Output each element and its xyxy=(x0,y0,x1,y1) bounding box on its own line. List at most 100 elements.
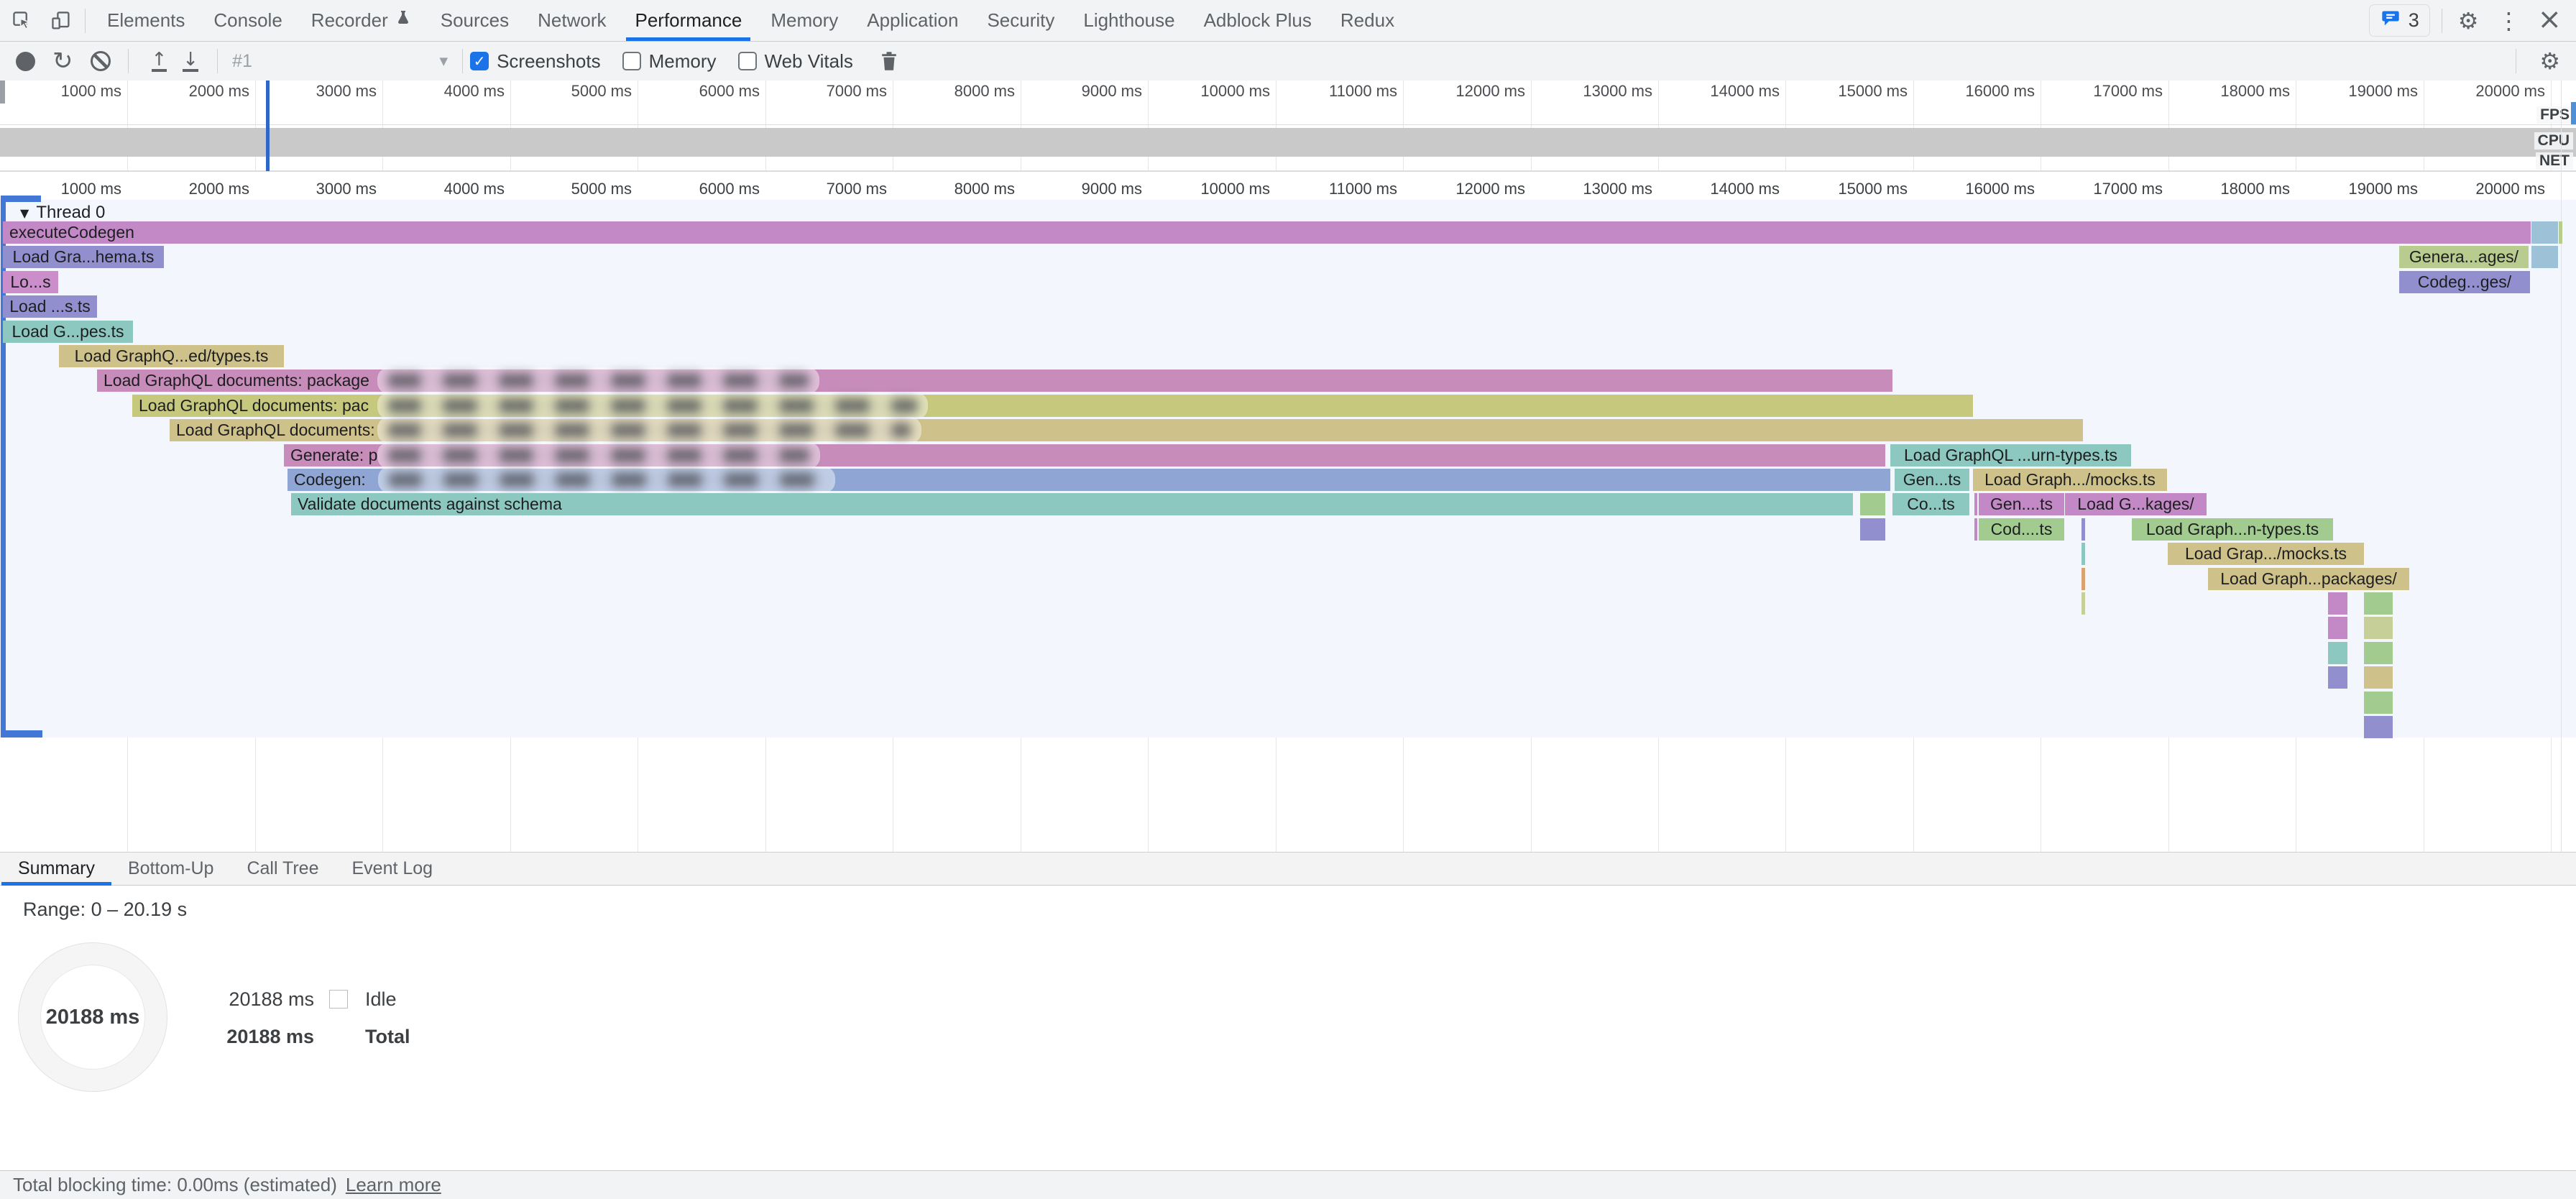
flame-bar[interactable] xyxy=(2559,221,2562,244)
tab-application[interactable]: Application xyxy=(852,0,972,41)
flame-bar[interactable] xyxy=(2364,642,2393,664)
flame-bar[interactable] xyxy=(2531,246,2558,268)
tab-adblock-plus[interactable]: Adblock Plus xyxy=(1190,0,1326,41)
reload-and-record-icon[interactable]: ↻ xyxy=(52,49,73,73)
tab-summary[interactable]: Summary xyxy=(1,853,111,885)
flame-bar[interactable] xyxy=(2364,617,2393,639)
checkbox-box[interactable] xyxy=(622,52,641,70)
tab-event-log[interactable]: Event Log xyxy=(336,853,450,885)
tab-memory[interactable]: Memory xyxy=(756,0,852,41)
flame-bar[interactable]: Co...ts xyxy=(1892,493,1969,515)
flame-bar[interactable]: Load GraphQL documents: package xyxy=(97,369,1892,392)
checkbox-screenshots[interactable]: ✓Screenshots xyxy=(470,50,601,73)
flame-bar[interactable] xyxy=(2328,666,2347,689)
flame-bar[interactable] xyxy=(1974,493,1977,515)
checkbox-web-vitals[interactable]: Web Vitals xyxy=(738,50,853,73)
tab-lighthouse[interactable]: Lighthouse xyxy=(1069,0,1189,41)
flame-bar[interactable] xyxy=(2082,568,2085,590)
checkbox-box[interactable] xyxy=(738,52,757,70)
overview-ruler: 1000 ms2000 ms3000 ms4000 ms5000 ms6000 … xyxy=(0,82,2576,101)
device-toolbar-icon[interactable] xyxy=(45,4,78,37)
flame-bar[interactable] xyxy=(2364,666,2393,689)
flame-bar[interactable] xyxy=(2328,642,2347,664)
checkbox-box[interactable]: ✓ xyxy=(470,52,489,70)
flame-bar[interactable]: Load Grap.../mocks.ts xyxy=(2168,543,2364,565)
tab-recorder[interactable]: Recorder xyxy=(297,0,426,41)
overview-playhead[interactable] xyxy=(266,81,270,171)
flame-bar[interactable]: Codeg...ges/ xyxy=(2399,271,2530,293)
tab-bottom-up[interactable]: Bottom-Up xyxy=(111,853,230,885)
disclosure-triangle-icon[interactable]: ▼ xyxy=(20,206,29,220)
flame-bar[interactable] xyxy=(2531,221,2558,244)
flame-bar-label: Load ...s.ts xyxy=(3,295,97,317)
ruler-tick: 16000 ms xyxy=(1898,82,2035,101)
more-options-icon[interactable]: ⋮ xyxy=(2497,9,2520,32)
flame-bar[interactable] xyxy=(1860,493,1885,515)
tab-sources[interactable]: Sources xyxy=(426,0,523,41)
checkbox-memory[interactable]: Memory xyxy=(622,50,717,73)
flame-bar[interactable]: Gen...ts xyxy=(1895,469,1969,491)
flame-bar[interactable] xyxy=(2328,617,2347,639)
load-profile-icon[interactable]: ↑ xyxy=(152,51,167,72)
devtools-tabbar: ElementsConsoleRecorderSourcesNetwork Per… xyxy=(0,0,2576,42)
ruler-tick: 16000 ms xyxy=(1898,180,2035,198)
flame-bar[interactable]: Lo...s xyxy=(3,271,58,293)
clear-recording-icon[interactable] xyxy=(91,51,111,71)
capture-settings-gear-icon[interactable]: ⚙ xyxy=(2539,50,2560,73)
inspect-element-icon[interactable] xyxy=(6,4,39,37)
flame-bar[interactable]: Load Graph...n-types.ts xyxy=(2132,518,2333,541)
tab-performance[interactable]: Performance xyxy=(620,0,756,41)
flame-bar-label: Codeg...ges/ xyxy=(2399,271,2530,293)
flame-bar[interactable] xyxy=(2364,592,2393,615)
console-messages-badge[interactable]: 3 xyxy=(2369,4,2430,37)
tab-call-tree[interactable]: Call Tree xyxy=(230,853,335,885)
close-devtools-icon[interactable]: × xyxy=(2537,5,2562,34)
flame-bar[interactable]: Codegen: xyxy=(288,469,1890,491)
flame-bar[interactable] xyxy=(2364,692,2393,714)
flame-bar[interactable]: Load GraphQL documents: xyxy=(170,419,2083,441)
flame-bar[interactable] xyxy=(1974,518,1977,541)
tab-network[interactable]: Network xyxy=(523,0,620,41)
blur-smear xyxy=(387,398,918,413)
record-button[interactable] xyxy=(16,52,35,71)
flame-bar[interactable]: Load G...kages/ xyxy=(2065,493,2207,515)
tab-label: Performance xyxy=(635,9,742,32)
flame-bar[interactable]: Load GraphQL ...urn-types.ts xyxy=(1890,444,2131,467)
flame-bar[interactable] xyxy=(2082,543,2085,565)
thread-header[interactable]: ▼ Thread 0 xyxy=(20,203,105,223)
flame-bar[interactable] xyxy=(2082,592,2085,615)
flame-bar[interactable]: Genera...ages/ xyxy=(2399,246,2529,268)
flame-bar[interactable] xyxy=(2328,592,2347,615)
flame-bar[interactable]: executeCodegen xyxy=(3,221,2531,244)
flame-bar[interactable] xyxy=(2082,518,2085,541)
flame-bar[interactable]: Load Gra...hema.ts xyxy=(3,246,164,268)
tab-console[interactable]: Console xyxy=(199,0,296,41)
overview-left-handle[interactable] xyxy=(0,81,5,104)
flame-bar[interactable] xyxy=(2364,716,2393,738)
trash-icon[interactable] xyxy=(879,50,899,72)
flame-bar[interactable]: Load G...pes.ts xyxy=(3,321,133,343)
save-profile-icon[interactable]: ↓ xyxy=(183,51,198,72)
flame-bar[interactable]: Load GraphQL documents: pac xyxy=(132,395,1973,417)
settings-gear-icon[interactable]: ⚙ xyxy=(2458,9,2479,32)
tab-redux[interactable]: Redux xyxy=(1326,0,1409,41)
learn-more-link[interactable]: Learn more xyxy=(346,1174,441,1196)
flame-bar[interactable]: Validate documents against schema xyxy=(291,493,1853,515)
flame-bar[interactable]: Cod....ts xyxy=(1979,518,2064,541)
timeline-overview[interactable]: 1000 ms2000 ms3000 ms4000 ms5000 ms6000 … xyxy=(0,81,2576,172)
flame-bar-label: Load GraphQL ...urn-types.ts xyxy=(1890,444,2131,466)
thread-selection-bracket-bottom xyxy=(1,730,42,738)
flame-bar[interactable]: Load ...s.ts xyxy=(3,295,97,318)
flame-bar[interactable]: Gen....ts xyxy=(1979,493,2064,515)
thread-selection-bracket-top xyxy=(1,196,41,202)
history-dropdown[interactable]: #1 ▼ xyxy=(225,47,455,75)
flame-bar[interactable]: Load GraphQ...ed/types.ts xyxy=(59,345,284,367)
flame-bar[interactable]: Generate: p xyxy=(284,444,1885,467)
tab-elements[interactable]: Elements xyxy=(93,0,199,41)
ruler-tick: 5000 ms xyxy=(495,82,632,101)
flame-bar[interactable]: Load Graph.../mocks.ts xyxy=(1973,469,2167,491)
flame-bar[interactable]: Load Graph...packages/ xyxy=(2208,568,2409,590)
checkbox-label: Web Vitals xyxy=(765,50,853,73)
tab-security[interactable]: Security xyxy=(972,0,1069,41)
flame-bar[interactable] xyxy=(1860,518,1885,541)
